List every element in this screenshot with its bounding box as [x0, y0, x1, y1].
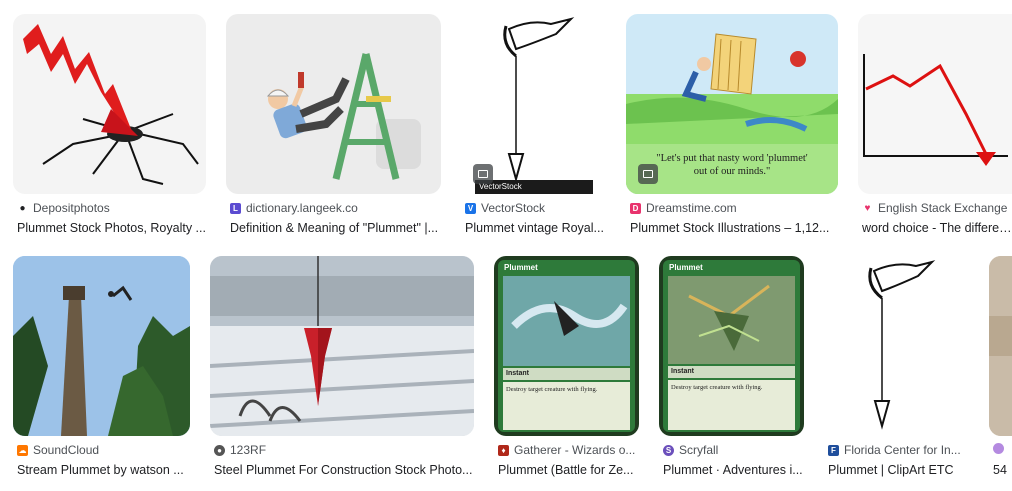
- result-card-123rf[interactable]: ● 123RF Steel Plummet For Construction S…: [210, 256, 474, 482]
- result-thumbnail[interactable]: Plummet Instant Destroy target creature …: [494, 256, 639, 436]
- depositphotos-icon: ●: [17, 202, 28, 214]
- result-title[interactable]: Definition & Meaning of "Plummet" |...: [230, 221, 441, 235]
- result-title[interactable]: Plummet vintage Royal...: [465, 221, 607, 235]
- result-source[interactable]: ● Depositphotos: [17, 201, 206, 215]
- result-card-florida-center[interactable]: F Florida Center for In... Plummet | Cli…: [824, 256, 969, 482]
- result-card-partial[interactable]: 54: [989, 256, 1012, 482]
- result-source[interactable]: L dictionary.langeek.co: [230, 201, 441, 215]
- result-thumbnail[interactable]: Plummet Instant Destroy target creature …: [659, 256, 804, 436]
- result-source[interactable]: ● 123RF: [214, 443, 474, 457]
- dreamstime-icon: D: [630, 202, 641, 214]
- card-name: Plummet: [669, 263, 703, 272]
- image-badge-icon: [638, 164, 658, 184]
- result-title[interactable]: 54: [993, 463, 1012, 477]
- result-source[interactable]: [993, 443, 1012, 454]
- vectorstock-icon: V: [465, 202, 476, 214]
- image-results-grid: ● Depositphotos Plummet Stock Photos, Ro…: [0, 0, 1012, 491]
- result-thumbnail[interactable]: "Let's put that nasty word 'plummet' out…: [626, 14, 838, 194]
- card-type: Instant: [506, 370, 529, 377]
- result-card-vectorstock[interactable]: VectorStock V VectorStock Plummet vintag…: [461, 14, 607, 240]
- result-card-dreamstime[interactable]: "Let's put that nasty word 'plummet' out…: [626, 14, 838, 240]
- langeek-icon: L: [230, 202, 241, 214]
- florida-center-icon: F: [828, 444, 839, 456]
- card-text: Destroy target creature with flying.: [671, 384, 763, 391]
- result-thumbnail[interactable]: [13, 256, 190, 436]
- result-source[interactable]: D Dreamstime.com: [630, 201, 838, 215]
- gatherer-icon: ♦: [498, 444, 509, 456]
- scryfall-icon: S: [663, 444, 674, 456]
- result-thumbnail[interactable]: [989, 256, 1012, 436]
- result-card-scryfall[interactable]: Plummet Instant Destroy target creature …: [659, 256, 804, 482]
- result-thumbnail[interactable]: [824, 256, 969, 436]
- stack-exchange-icon: ♥: [862, 202, 873, 214]
- result-title[interactable]: Plummet (Battle for Ze...: [498, 463, 639, 477]
- result-title[interactable]: Plummet Stock Illustrations – 1,12...: [630, 221, 838, 235]
- result-card-depositphotos[interactable]: ● Depositphotos Plummet Stock Photos, Ro…: [13, 14, 206, 240]
- result-card-langeek[interactable]: L dictionary.langeek.co Definition & Mea…: [226, 14, 441, 240]
- result-thumbnail[interactable]: [210, 256, 474, 436]
- result-thumbnail[interactable]: [858, 14, 1012, 194]
- result-card-english-stack-exchange[interactable]: ♥ English Stack Exchange word choice - T…: [858, 14, 1012, 240]
- result-title[interactable]: Plummet · Adventures i...: [663, 463, 804, 477]
- card-type: Instant: [671, 368, 694, 375]
- result-source[interactable]: F Florida Center for In...: [828, 443, 969, 457]
- cartoon-caption-line1: "Let's put that nasty word 'plummet': [656, 153, 808, 164]
- result-thumbnail[interactable]: [13, 14, 206, 194]
- result-source[interactable]: ☁ SoundCloud: [17, 443, 190, 457]
- result-source[interactable]: V VectorStock: [465, 201, 607, 215]
- partial-source-icon: [993, 443, 1004, 454]
- result-card-gatherer[interactable]: Plummet Instant Destroy target creature …: [494, 256, 639, 482]
- result-title[interactable]: Stream Plummet by watson ...: [17, 463, 190, 477]
- result-source[interactable]: ♦ Gatherer - Wizards o...: [498, 443, 639, 457]
- soundcloud-icon: ☁: [17, 444, 28, 456]
- image-badge-icon: [473, 164, 493, 184]
- result-thumbnail[interactable]: [226, 14, 441, 194]
- result-thumbnail[interactable]: VectorStock: [461, 14, 607, 194]
- result-title[interactable]: word choice - The differenc: [862, 221, 1012, 235]
- result-card-soundcloud[interactable]: ☁ SoundCloud Stream Plummet by watson ..…: [13, 256, 190, 482]
- card-name: Plummet: [504, 263, 538, 272]
- result-title[interactable]: Plummet Stock Photos, Royalty ...: [17, 221, 206, 235]
- card-text: Destroy target creature with flying.: [506, 386, 598, 393]
- result-source[interactable]: S Scryfall: [663, 443, 804, 457]
- 123rf-icon: ●: [214, 444, 225, 456]
- result-source[interactable]: ♥ English Stack Exchange: [862, 201, 1012, 215]
- result-title[interactable]: Steel Plummet For Construction Stock Pho…: [214, 463, 474, 477]
- result-title[interactable]: Plummet | ClipArt ETC: [828, 463, 969, 477]
